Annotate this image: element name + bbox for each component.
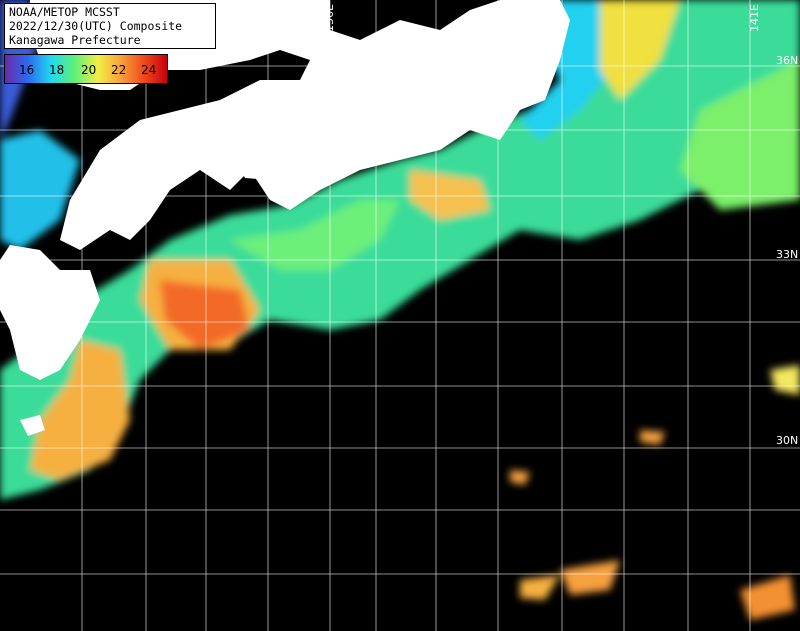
- lat-label-36n: 36N: [776, 54, 799, 67]
- scale-tick-18: 18: [49, 63, 65, 77]
- title-line-1: NOAA/METOP MCSST: [9, 5, 120, 19]
- map-layer: [0, 0, 800, 631]
- title-line-2: 2022/12/30(UTC) Composite: [9, 19, 183, 33]
- lon-label-141e: 141E: [748, 4, 761, 32]
- scale-tick-22: 22: [111, 63, 127, 77]
- title-box: NOAA/METOP MCSST 2022/12/30(UTC) Composi…: [4, 3, 216, 49]
- lat-label-30n: 30N: [776, 434, 799, 447]
- scale-tick-20: 20: [81, 63, 97, 77]
- color-scale: 16 18 20 22 24: [4, 54, 168, 84]
- scale-tick-16: 16: [19, 63, 35, 77]
- lat-label-33n: 33N: [776, 248, 799, 261]
- sst-map: NOAA/METOP MCSST 2022/12/30(UTC) Composi…: [0, 0, 800, 631]
- scale-tick-24: 24: [141, 63, 157, 77]
- title-line-3: Kanagawa Prefecture: [9, 33, 141, 47]
- lon-label-136e: 136E: [323, 4, 336, 32]
